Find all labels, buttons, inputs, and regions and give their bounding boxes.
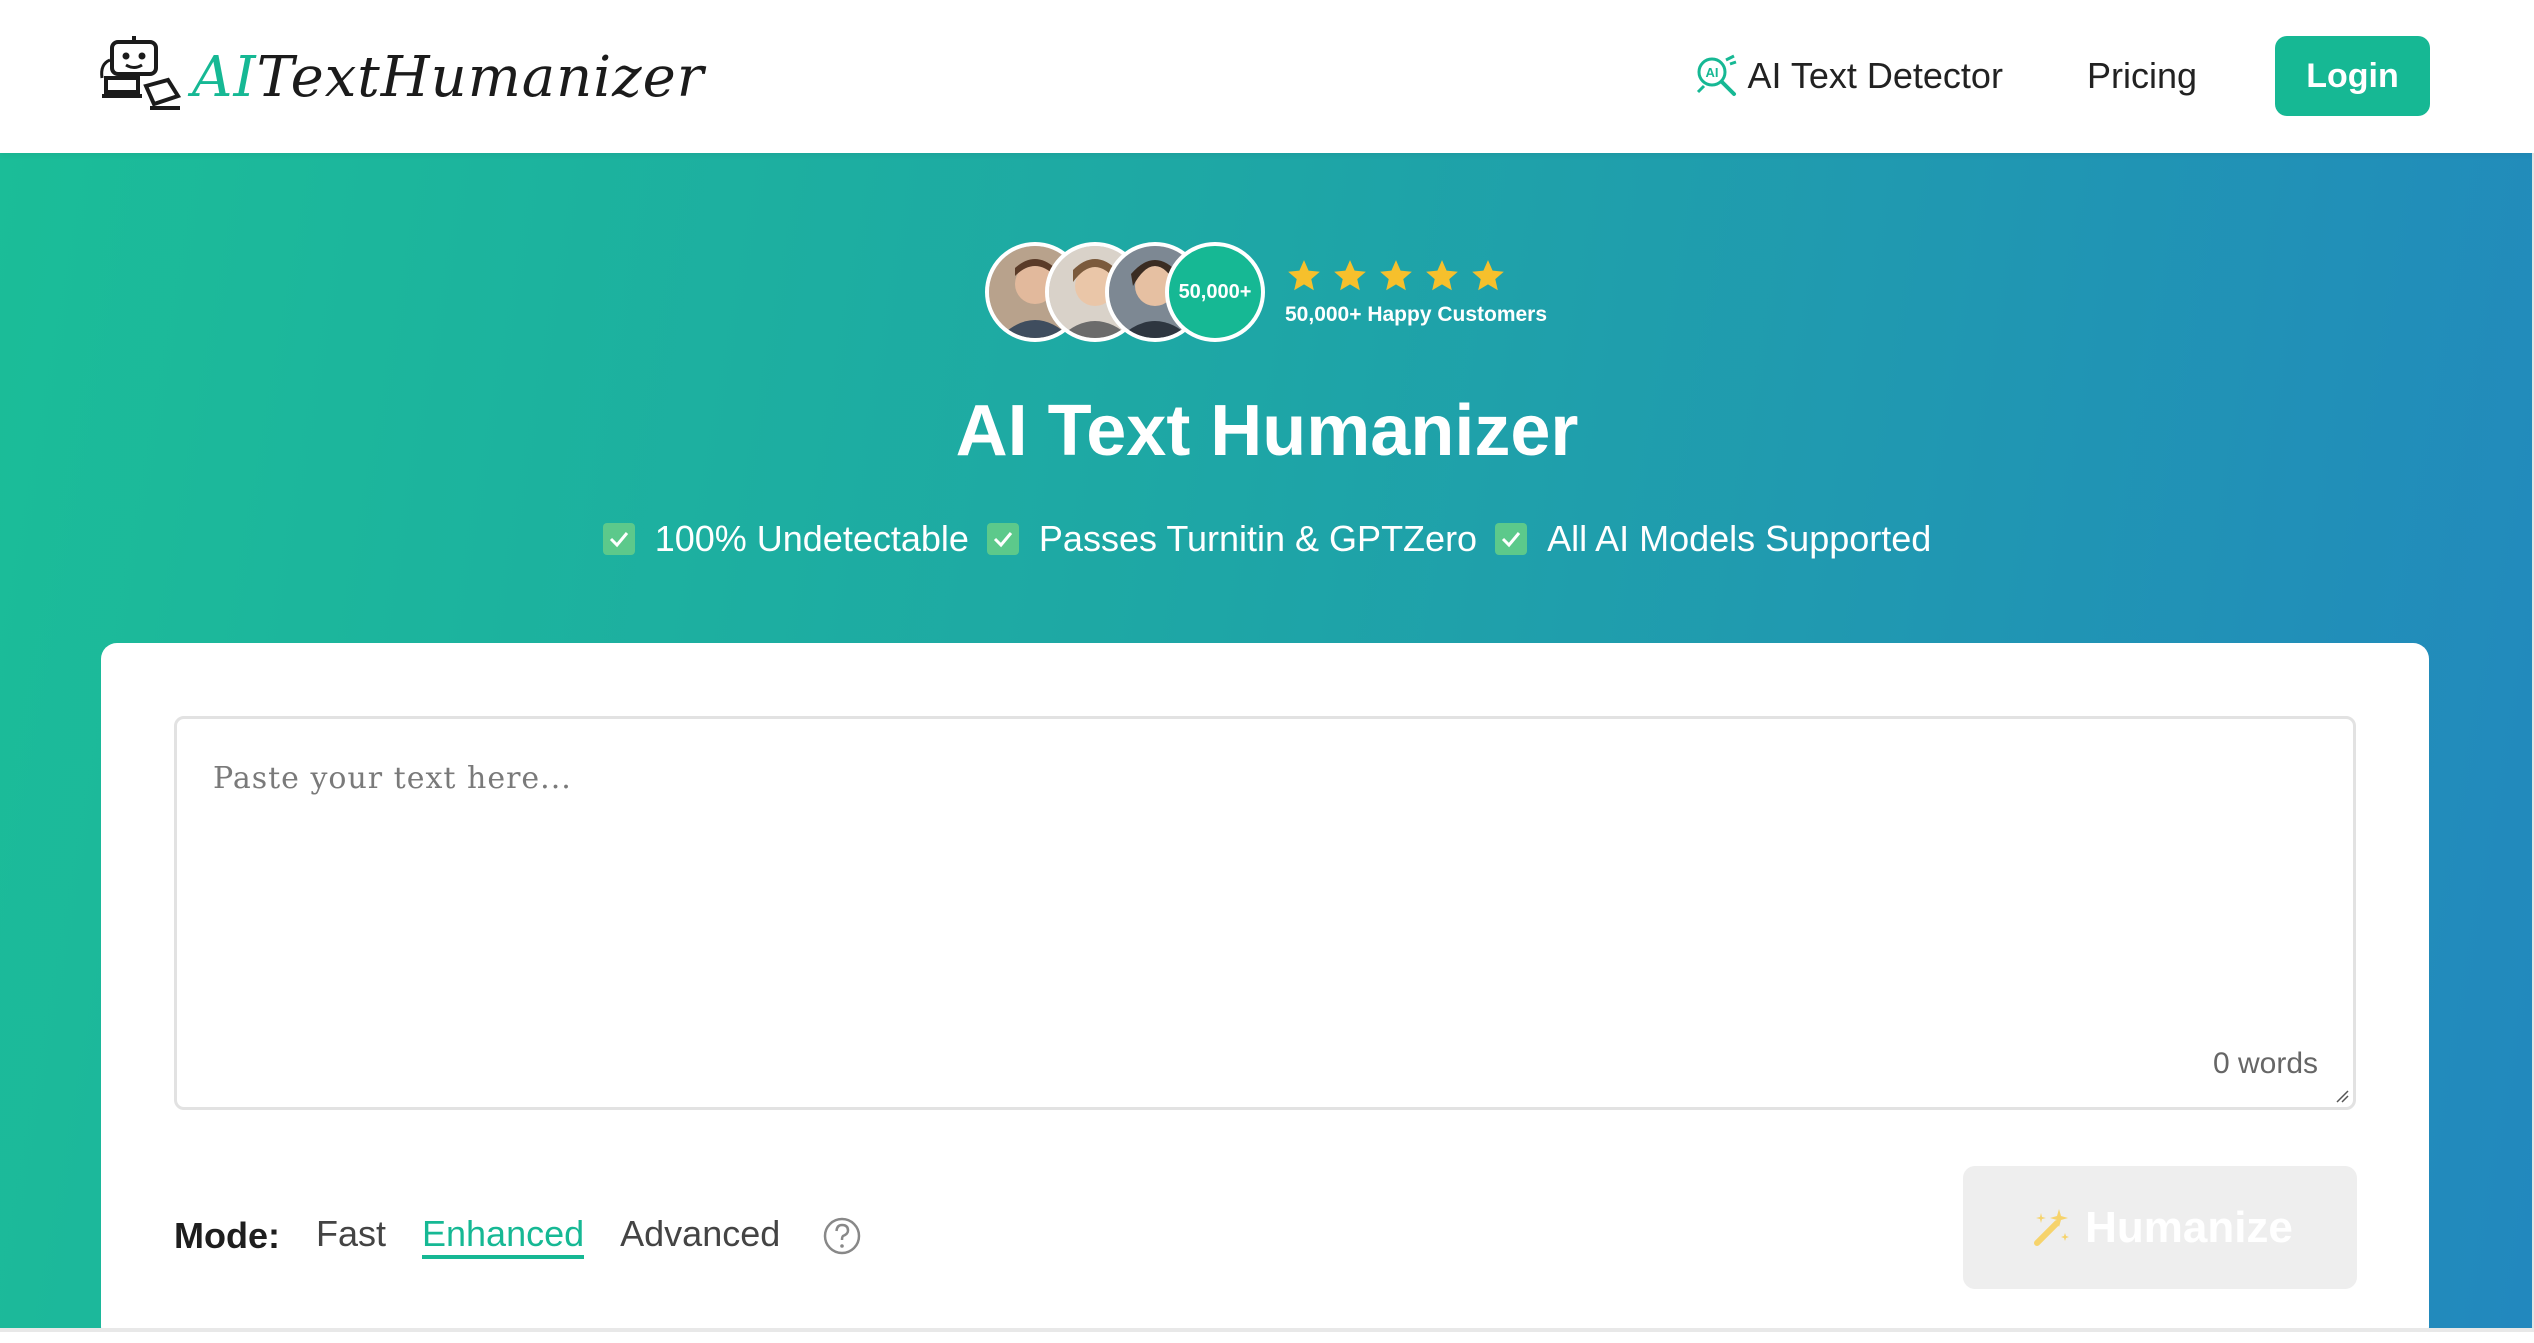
text-input-area[interactable]: Paste your text here... 0 words [174, 716, 2356, 1110]
question-circle-icon[interactable] [822, 1216, 862, 1256]
feature-label: Passes Turnitin & GPTZero [1038, 518, 1478, 559]
social-proof: 50,000+ 50,000+ Happy Customers [985, 242, 1547, 342]
page-title: AI Text Humanizer [955, 391, 1579, 471]
checkbox-checked-icon [986, 523, 1019, 555]
ai-search-icon: AI [1696, 54, 1736, 96]
feature-label: All AI Models Supported [1547, 518, 1932, 559]
logo-prefix: AI [192, 44, 257, 110]
svg-text:AI: AI [1705, 65, 1718, 80]
mode-option-fast[interactable]: Fast [316, 1213, 386, 1259]
nav-ai-text-detector[interactable]: AI AI Text Detector [1694, 54, 2003, 98]
mode-label: Mode: [174, 1215, 280, 1256]
feature-item: 100% Undetectable [602, 518, 969, 560]
login-button[interactable]: Login [2275, 36, 2430, 116]
word-count: 0 words [2212, 1047, 2318, 1080]
star-icon [1380, 260, 1412, 291]
logo[interactable]: AITextHumanizer [98, 34, 705, 120]
resize-handle-icon[interactable] [2333, 1087, 2349, 1103]
bottom-divider [0, 1328, 2534, 1332]
feature-item: Passes Turnitin & GPTZero [986, 518, 1478, 560]
text-input-placeholder: Paste your text here... [213, 761, 572, 796]
humanize-button-label: Humanize [2085, 1202, 2293, 1252]
humanizer-card: Paste your text here... 0 words Mode: Fa… [101, 643, 2429, 1343]
robot-icon [100, 36, 182, 110]
happy-customers-text: 50,000+ Happy Customers [1285, 303, 1548, 326]
nav-pricing[interactable]: Pricing [2087, 55, 2197, 97]
mode-option-advanced[interactable]: Advanced [620, 1213, 780, 1259]
star-icon [1472, 260, 1504, 291]
mode-option-enhanced[interactable]: Enhanced [422, 1213, 585, 1259]
star-icon [1334, 260, 1366, 291]
site-header: AITextHumanizer AI AI Text Detector Pric… [0, 0, 2534, 153]
customer-count-badge: 50,000+ [1165, 242, 1265, 342]
star-icon [1426, 260, 1458, 291]
star-icon [1288, 260, 1320, 291]
magic-wand-icon [2034, 1208, 2070, 1246]
feature-label: 100% Undetectable [654, 518, 969, 559]
checkbox-checked-icon [602, 523, 635, 555]
feature-list: 100% Undetectable Passes Turnitin & GPTZ… [0, 518, 2534, 560]
rating-block: 50,000+ Happy Customers [1285, 257, 1547, 327]
main-nav: AI AI Text Detector Pricing Login [1694, 35, 2430, 117]
nav-detector-label: AI Text Detector [1747, 55, 2003, 96]
feature-item: All AI Models Supported [1495, 518, 1931, 560]
logo-text: AITextHumanizer [192, 45, 705, 110]
humanize-button[interactable]: Humanize [1963, 1166, 2357, 1289]
checkbox-checked-icon [1495, 523, 1528, 555]
star-rating [1285, 257, 1547, 295]
mode-selector: Mode: Fast Enhanced Advanced [174, 1206, 862, 1266]
logo-name: TextHumanizer [256, 44, 705, 110]
